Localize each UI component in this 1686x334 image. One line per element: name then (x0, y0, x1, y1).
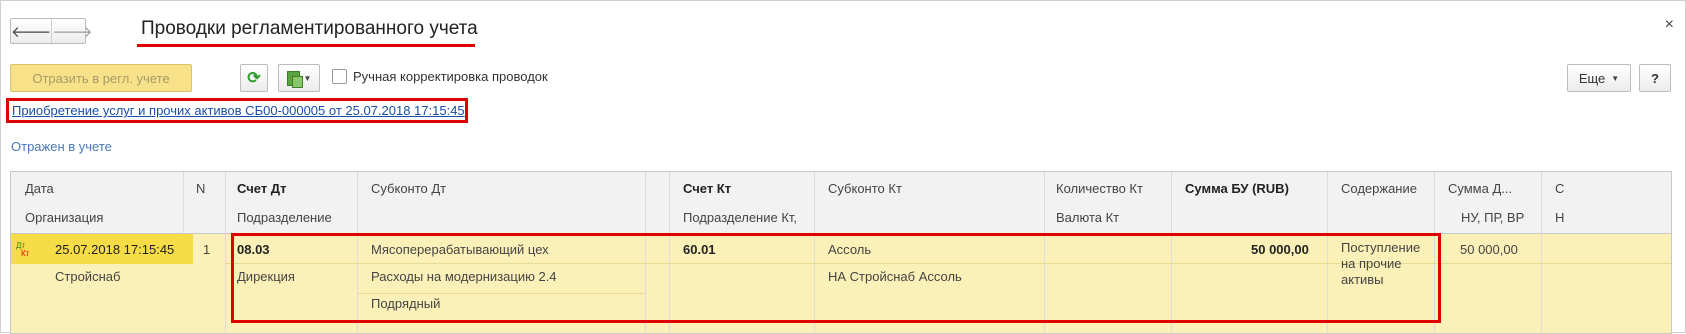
header-qty-kt[interactable]: Количество Кт (1056, 181, 1143, 196)
navigation-buttons: 🡐 🡒 (10, 18, 92, 44)
header-org[interactable]: Организация (25, 210, 103, 225)
documents-menu-button[interactable]: ▼ (278, 64, 320, 92)
row-n: 1 (203, 242, 211, 257)
header-subconto-dt[interactable]: Субконто Дт (371, 181, 446, 196)
header-account-dt[interactable]: Счет Дт (237, 181, 286, 196)
header-sum-d[interactable]: Сумма Д... (1448, 181, 1512, 196)
chevron-down-icon: ▼ (303, 73, 312, 83)
column-divider (183, 172, 184, 233)
manual-edit-checkbox-group[interactable]: Ручная корректировка проводок (332, 69, 548, 84)
header-content[interactable]: Содержание (1341, 181, 1417, 196)
row-sum-d: 50 000,00 (1460, 242, 1518, 257)
header-extra-2[interactable]: Н (1555, 210, 1564, 225)
status-text: Отражен в учете (11, 139, 112, 154)
header-date[interactable]: Дата (25, 181, 54, 196)
header-dept-kt[interactable]: Подразделение Кт, (683, 210, 797, 225)
header-nu-pr-vr[interactable]: НУ, ПР, ВР (1461, 210, 1524, 225)
dt-kt-badge-icon: Дт Кт (16, 242, 34, 258)
column-divider (1541, 172, 1542, 333)
header-currency-kt[interactable]: Валюта Кт (1056, 210, 1119, 225)
chevron-down-icon: ▼ (1611, 73, 1620, 83)
arrow-right-icon: 🡒 (52, 23, 93, 41)
header-sum-bu[interactable]: Сумма БУ (RUB) (1185, 181, 1289, 196)
refresh-icon: ⟳ (247, 70, 261, 87)
title-highlight-underline (137, 44, 475, 47)
page-title: Проводки регламентированного учета (141, 18, 478, 39)
posting-highlight-box (231, 233, 1441, 323)
row-org: Стройснаб (55, 269, 121, 284)
header-dept[interactable]: Подразделение (237, 210, 332, 225)
more-label: Еще (1578, 70, 1606, 86)
forward-button[interactable]: 🡒 (51, 19, 92, 43)
column-divider (225, 172, 226, 333)
back-button[interactable]: 🡐 (11, 19, 51, 43)
more-button[interactable]: Еще ▼ (1567, 64, 1631, 92)
help-button[interactable]: ? (1639, 64, 1671, 92)
document-link-highlight (6, 98, 468, 123)
close-button[interactable]: × (1665, 16, 1674, 34)
post-to-accounting-button[interactable]: Отразить в регл. учете (10, 64, 192, 92)
arrow-left-icon: 🡐 (11, 23, 52, 41)
manual-edit-label: Ручная корректировка проводок (353, 69, 548, 84)
manual-edit-checkbox[interactable] (332, 69, 347, 84)
kt-badge: Кт (21, 249, 30, 258)
header-extra[interactable]: С (1555, 181, 1564, 196)
header-subconto-kt[interactable]: Субконто Кт (828, 181, 902, 196)
row-date: 25.07.2018 17:15:45 (55, 242, 175, 257)
header-n[interactable]: N (196, 181, 205, 196)
documents-icon (286, 70, 303, 88)
refresh-button[interactable]: ⟳ (240, 64, 268, 92)
header-account-kt[interactable]: Счет Кт (683, 181, 731, 196)
